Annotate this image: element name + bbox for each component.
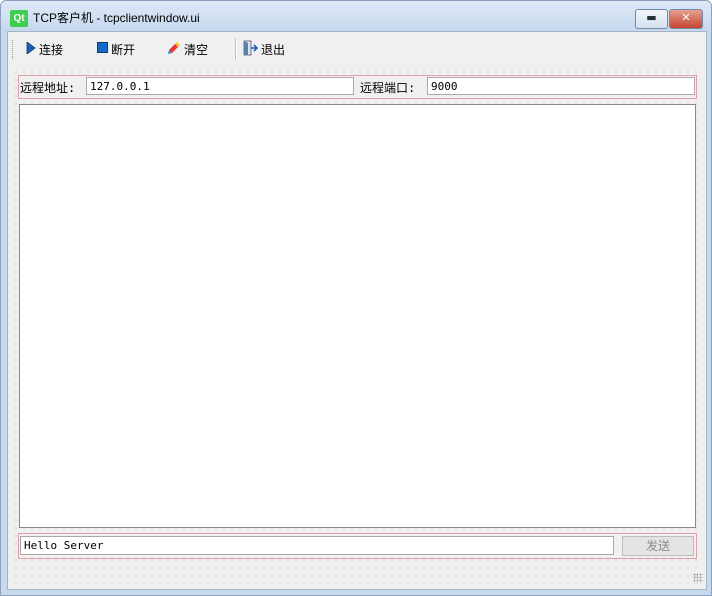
address-label: 远程地址: (20, 81, 76, 95)
clear-label: 清空 (184, 42, 209, 57)
resize-grip-handle[interactable] (693, 573, 703, 583)
disconnect-label: 断开 (111, 42, 136, 57)
connect-label: 连接 (39, 42, 64, 57)
connect-button[interactable]: 连接 (26, 38, 63, 60)
exit-door-icon (242, 40, 259, 59)
toolbar: 连接 断开 清空 退出 (8, 32, 706, 65)
toolbar-separator (235, 38, 237, 60)
disconnect-button[interactable]: 断开 (97, 38, 135, 60)
connection-row: 远程地址: 127.0.0.1 远程端口: 9000 (18, 75, 697, 99)
close-button[interactable]: ✕ (669, 9, 703, 29)
send-button[interactable]: 发送 (622, 536, 694, 556)
message-output-area[interactable] (19, 104, 696, 528)
play-icon (26, 40, 36, 57)
window-title: TCP客户机 - tcpclientwindow.ui (33, 11, 200, 25)
qt-logo-icon: Qt (10, 10, 28, 27)
exit-label: 退出 (261, 42, 286, 57)
port-input[interactable]: 9000 (427, 77, 695, 95)
main-window: Qt TCP客户机 - tcpclientwindow.ui ▬ ✕ 连接 断开 (0, 0, 712, 596)
eraser-icon (167, 41, 181, 58)
send-row: Hello Server 发送 (18, 533, 697, 559)
client-area: 连接 断开 清空 退出 远程地址: 127.0.0.1 远程端口: 9000 H… (7, 31, 707, 590)
clear-button[interactable]: 清空 (167, 38, 208, 60)
message-input[interactable]: Hello Server (20, 536, 614, 555)
address-input[interactable]: 127.0.0.1 (86, 77, 354, 95)
toolbar-grip-handle[interactable] (12, 40, 16, 59)
port-label: 远程端口: (360, 81, 416, 95)
exit-button[interactable]: 退出 (242, 38, 285, 60)
stop-icon (97, 42, 108, 56)
minimize-button[interactable]: ▬ (635, 9, 668, 29)
title-bar[interactable]: Qt TCP客户机 - tcpclientwindow.ui ▬ ✕ (1, 1, 711, 31)
